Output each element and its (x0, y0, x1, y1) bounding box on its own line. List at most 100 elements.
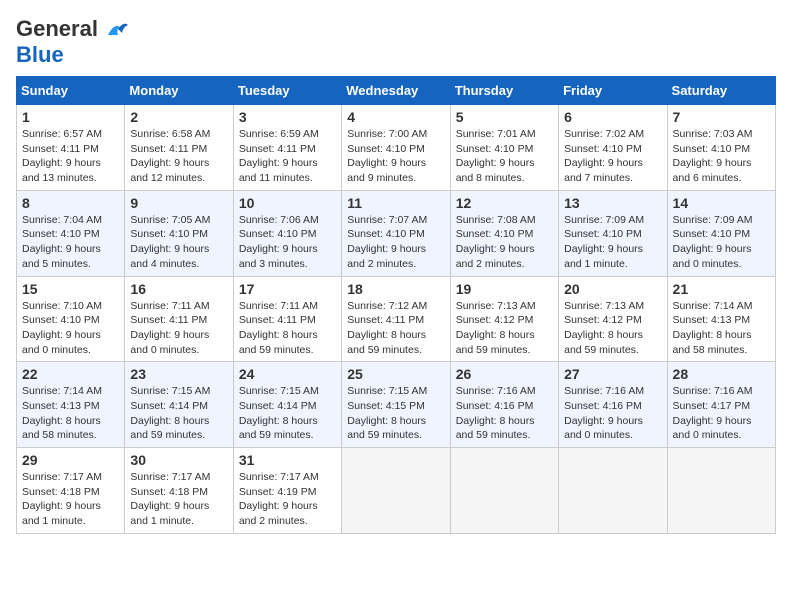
calendar-cell: 8 Sunrise: 7:04 AMSunset: 4:10 PMDaylight… (17, 190, 125, 276)
cell-info: Sunrise: 7:11 AMSunset: 4:11 PMDaylight:… (130, 299, 227, 358)
day-number: 21 (673, 281, 770, 297)
calendar-cell: 15 Sunrise: 7:10 AMSunset: 4:10 PMDayligh… (17, 276, 125, 362)
calendar-cell: 1Sunrise: 6:57 AMSunset: 4:11 PMDaylight… (17, 105, 125, 191)
cell-info: Sunrise: 7:16 AMSunset: 4:16 PMDaylight:… (564, 384, 661, 443)
cell-info: Sunrise: 7:16 AMSunset: 4:17 PMDaylight:… (673, 384, 770, 443)
calendar-cell: 9 Sunrise: 7:05 AMSunset: 4:10 PMDaylight… (125, 190, 233, 276)
week-row-1: 1Sunrise: 6:57 AMSunset: 4:11 PMDaylight… (17, 105, 776, 191)
calendar-cell: 21 Sunrise: 7:14 AMSunset: 4:13 PMDayligh… (667, 276, 775, 362)
weekday-header-tuesday: Tuesday (233, 77, 341, 105)
day-number: 2 (130, 109, 227, 125)
cell-info: Sunrise: 7:15 AMSunset: 4:15 PMDaylight:… (347, 384, 444, 443)
day-number: 25 (347, 366, 444, 382)
calendar-cell: 17 Sunrise: 7:11 AMSunset: 4:11 PMDayligh… (233, 276, 341, 362)
cell-info: Sunrise: 7:14 AMSunset: 4:13 PMDaylight:… (22, 384, 119, 443)
day-number: 5 (456, 109, 553, 125)
cell-info: Sunrise: 7:17 AMSunset: 4:19 PMDaylight:… (239, 470, 336, 529)
calendar-cell (342, 448, 450, 534)
day-number: 30 (130, 452, 227, 468)
day-number: 22 (22, 366, 119, 382)
cell-info: Sunrise: 7:06 AMSunset: 4:10 PMDaylight:… (239, 213, 336, 272)
day-number: 29 (22, 452, 119, 468)
calendar-cell: 13Sunrise: 7:09 AMSunset: 4:10 PMDayligh… (559, 190, 667, 276)
cell-info: Sunrise: 6:57 AMSunset: 4:11 PMDaylight:… (22, 127, 119, 186)
week-row-4: 22 Sunrise: 7:14 AMSunset: 4:13 PMDayligh… (17, 362, 776, 448)
calendar-cell: 3 Sunrise: 6:59 AMSunset: 4:11 PMDaylight… (233, 105, 341, 191)
calendar-cell: 25 Sunrise: 7:15 AMSunset: 4:15 PMDayligh… (342, 362, 450, 448)
day-number: 9 (130, 195, 227, 211)
day-number: 26 (456, 366, 553, 382)
cell-info: Sunrise: 6:58 AMSunset: 4:11 PMDaylight:… (130, 127, 227, 186)
day-number: 10 (239, 195, 336, 211)
cell-info: Sunrise: 7:03 AMSunset: 4:10 PMDaylight:… (673, 127, 770, 186)
cell-info: Sunrise: 7:14 AMSunset: 4:13 PMDaylight:… (673, 299, 770, 358)
cell-info: Sunrise: 6:59 AMSunset: 4:11 PMDaylight:… (239, 127, 336, 186)
cell-info: Sunrise: 7:13 AMSunset: 4:12 PMDaylight:… (564, 299, 661, 358)
cell-info: Sunrise: 7:02 AMSunset: 4:10 PMDaylight:… (564, 127, 661, 186)
day-number: 6 (564, 109, 661, 125)
cell-info: Sunrise: 7:05 AMSunset: 4:10 PMDaylight:… (130, 213, 227, 272)
day-number: 3 (239, 109, 336, 125)
bird-icon (106, 21, 128, 39)
day-number: 17 (239, 281, 336, 297)
day-number: 24 (239, 366, 336, 382)
weekday-header-friday: Friday (559, 77, 667, 105)
weekday-header-row: SundayMondayTuesdayWednesdayThursdayFrid… (17, 77, 776, 105)
logo-text: General (16, 16, 128, 42)
calendar-cell: 22 Sunrise: 7:14 AMSunset: 4:13 PMDayligh… (17, 362, 125, 448)
weekday-header-sunday: Sunday (17, 77, 125, 105)
cell-info: Sunrise: 7:15 AMSunset: 4:14 PMDaylight:… (239, 384, 336, 443)
calendar-cell (559, 448, 667, 534)
calendar-cell (667, 448, 775, 534)
day-number: 18 (347, 281, 444, 297)
day-number: 13 (564, 195, 661, 211)
calendar-cell: 28Sunrise: 7:16 AMSunset: 4:17 PMDayligh… (667, 362, 775, 448)
day-number: 27 (564, 366, 661, 382)
cell-info: Sunrise: 7:13 AMSunset: 4:12 PMDaylight:… (456, 299, 553, 358)
day-number: 20 (564, 281, 661, 297)
calendar-cell: 4 Sunrise: 7:00 AMSunset: 4:10 PMDaylight… (342, 105, 450, 191)
logo: General Blue (16, 16, 128, 68)
calendar-cell: 6 Sunrise: 7:02 AMSunset: 4:10 PMDaylight… (559, 105, 667, 191)
calendar-cell: 5 Sunrise: 7:01 AMSunset: 4:10 PMDaylight… (450, 105, 558, 191)
header: General Blue (16, 16, 776, 68)
calendar-cell: 24 Sunrise: 7:15 AMSunset: 4:14 PMDayligh… (233, 362, 341, 448)
cell-info: Sunrise: 7:00 AMSunset: 4:10 PMDaylight:… (347, 127, 444, 186)
cell-info: Sunrise: 7:07 AMSunset: 4:10 PMDaylight:… (347, 213, 444, 272)
calendar-cell: 26 Sunrise: 7:16 AMSunset: 4:16 PMDayligh… (450, 362, 558, 448)
calendar-cell: 29 Sunrise: 7:17 AMSunset: 4:18 PMDayligh… (17, 448, 125, 534)
calendar-cell: 16Sunrise: 7:11 AMSunset: 4:11 PMDayligh… (125, 276, 233, 362)
calendar-cell: 2 Sunrise: 6:58 AMSunset: 4:11 PMDaylight… (125, 105, 233, 191)
cell-info: Sunrise: 7:17 AMSunset: 4:18 PMDaylight:… (22, 470, 119, 529)
calendar-cell: 14Sunrise: 7:09 AMSunset: 4:10 PMDayligh… (667, 190, 775, 276)
calendar-cell: 11 Sunrise: 7:07 AMSunset: 4:10 PMDayligh… (342, 190, 450, 276)
calendar-cell: 10 Sunrise: 7:06 AMSunset: 4:10 PMDayligh… (233, 190, 341, 276)
cell-info: Sunrise: 7:16 AMSunset: 4:16 PMDaylight:… (456, 384, 553, 443)
cell-info: Sunrise: 7:17 AMSunset: 4:18 PMDaylight:… (130, 470, 227, 529)
calendar-cell: 12Sunrise: 7:08 AMSunset: 4:10 PMDayligh… (450, 190, 558, 276)
day-number: 11 (347, 195, 444, 211)
day-number: 31 (239, 452, 336, 468)
weekday-header-wednesday: Wednesday (342, 77, 450, 105)
weekday-header-saturday: Saturday (667, 77, 775, 105)
day-number: 7 (673, 109, 770, 125)
calendar-cell: 7 Sunrise: 7:03 AMSunset: 4:10 PMDaylight… (667, 105, 775, 191)
calendar-cell: 19 Sunrise: 7:13 AMSunset: 4:12 PMDayligh… (450, 276, 558, 362)
cell-info: Sunrise: 7:01 AMSunset: 4:10 PMDaylight:… (456, 127, 553, 186)
cell-info: Sunrise: 7:11 AMSunset: 4:11 PMDaylight:… (239, 299, 336, 358)
calendar: SundayMondayTuesdayWednesdayThursdayFrid… (16, 76, 776, 534)
cell-info: Sunrise: 7:12 AMSunset: 4:11 PMDaylight:… (347, 299, 444, 358)
day-number: 19 (456, 281, 553, 297)
calendar-cell (450, 448, 558, 534)
calendar-cell: 31 Sunrise: 7:17 AMSunset: 4:19 PMDayligh… (233, 448, 341, 534)
day-number: 8 (22, 195, 119, 211)
calendar-cell: 20 Sunrise: 7:13 AMSunset: 4:12 PMDayligh… (559, 276, 667, 362)
weekday-header-thursday: Thursday (450, 77, 558, 105)
cell-info: Sunrise: 7:04 AMSunset: 4:10 PMDaylight:… (22, 213, 119, 272)
weekday-header-monday: Monday (125, 77, 233, 105)
day-number: 15 (22, 281, 119, 297)
calendar-cell: 23Sunrise: 7:15 AMSunset: 4:14 PMDayligh… (125, 362, 233, 448)
cell-info: Sunrise: 7:10 AMSunset: 4:10 PMDaylight:… (22, 299, 119, 358)
day-number: 4 (347, 109, 444, 125)
logo-blue-text: Blue (16, 42, 64, 67)
